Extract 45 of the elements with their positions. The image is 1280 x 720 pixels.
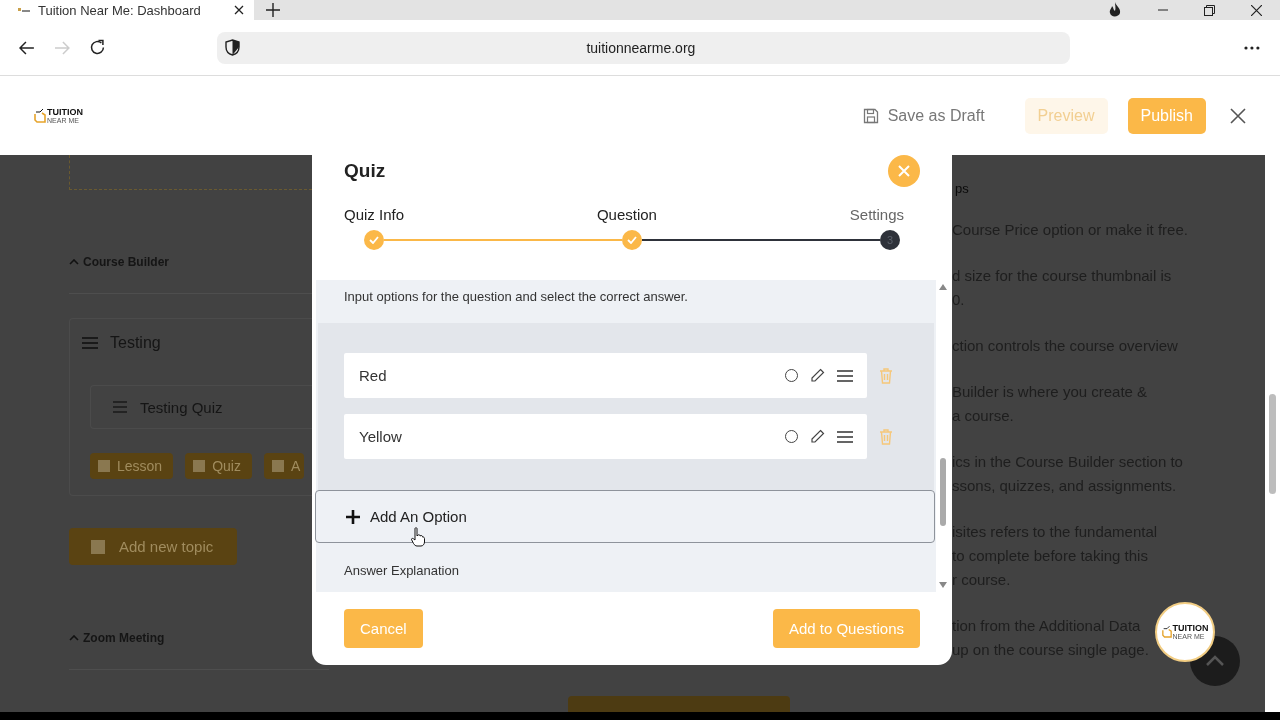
pencil-icon[interactable] bbox=[810, 368, 825, 383]
browser-tab[interactable]: Tuition Near Me: Dashboard bbox=[0, 0, 254, 20]
drag-handle-icon bbox=[113, 401, 127, 413]
close-icon[interactable] bbox=[1230, 107, 1246, 124]
scroll-up-icon[interactable] bbox=[939, 284, 947, 290]
field-label: Answer Explanation bbox=[344, 563, 460, 578]
close-tab-icon[interactable] bbox=[234, 5, 244, 15]
save-icon bbox=[862, 107, 879, 124]
more-icon[interactable] bbox=[1244, 45, 1260, 50]
instruction-text: Input options for the question and select the correct answer. bbox=[344, 289, 689, 304]
restore-icon[interactable] bbox=[1204, 4, 1215, 16]
reload-icon[interactable] bbox=[88, 39, 106, 56]
hand-cursor-icon bbox=[411, 527, 425, 547]
step-label[interactable]: Question bbox=[596, 206, 657, 223]
shield-icon bbox=[224, 39, 240, 56]
logo-icon bbox=[1161, 625, 1172, 639]
new-tab-icon[interactable] bbox=[266, 3, 280, 17]
scroll-down-icon[interactable] bbox=[939, 582, 947, 588]
add-topic-button[interactable]: Add new topic bbox=[69, 528, 237, 565]
logo-icon bbox=[34, 107, 46, 124]
drag-handle-icon[interactable] bbox=[82, 336, 98, 350]
step-label[interactable]: Settings bbox=[849, 206, 904, 223]
caret-icon bbox=[69, 635, 79, 641]
close-icon bbox=[898, 165, 910, 177]
chevron-up-icon bbox=[1205, 655, 1225, 667]
caret-icon bbox=[69, 259, 79, 265]
plus-icon bbox=[346, 509, 360, 524]
add-option-button[interactable]: Add An Option bbox=[315, 490, 935, 543]
drag-handle-icon[interactable] bbox=[837, 430, 853, 443]
option-field[interactable]: Yellow bbox=[344, 414, 867, 459]
add-content-button[interactable]: Quiz bbox=[185, 453, 252, 479]
step-label[interactable]: Quiz Info bbox=[344, 206, 405, 223]
add-content-button[interactable]: A bbox=[263, 453, 305, 479]
favicon-icon bbox=[18, 6, 30, 14]
drag-handle-icon[interactable] bbox=[837, 369, 853, 382]
modal-title: Quiz bbox=[344, 160, 386, 182]
option-field[interactable]: Red bbox=[344, 353, 867, 398]
back-icon[interactable] bbox=[19, 40, 35, 55]
save-draft-button[interactable]: Save as Draft bbox=[862, 106, 985, 125]
close-window-icon[interactable] bbox=[1251, 4, 1262, 16]
flame-icon[interactable] bbox=[1108, 2, 1122, 18]
pencil-icon[interactable] bbox=[810, 429, 825, 444]
address-bar[interactable]: tuitionnearme.org bbox=[216, 31, 1071, 64]
tips-heading: ps bbox=[955, 181, 970, 196]
add-content-button[interactable]: Lesson bbox=[90, 453, 174, 479]
